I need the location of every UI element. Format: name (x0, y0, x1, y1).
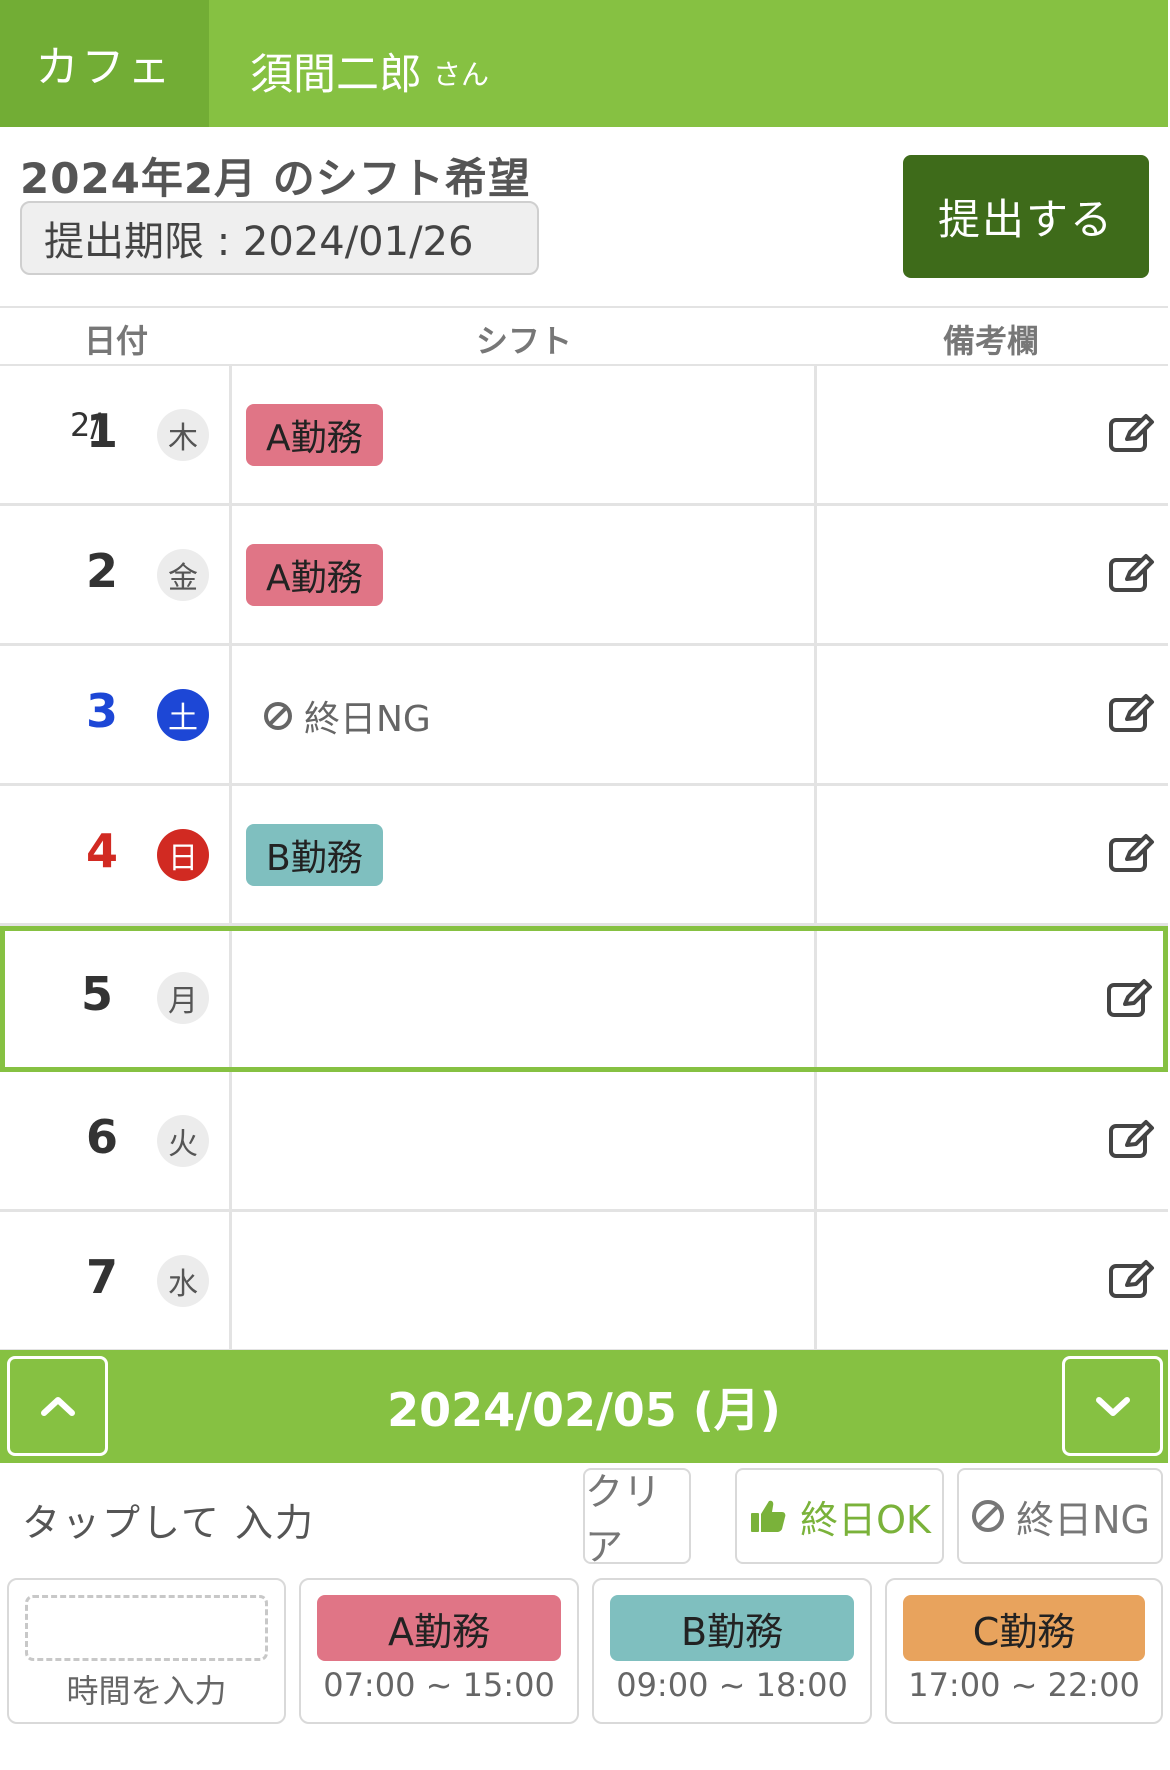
clear-button[interactable]: クリア (583, 1468, 691, 1569)
column-header-notes: 備考欄 (943, 322, 1040, 360)
date-day: 3 (85, 684, 118, 738)
edit-note-icon[interactable] (1108, 1118, 1156, 1160)
date-day: 1 (85, 404, 118, 458)
submit-button[interactable]: 提出する (903, 155, 1149, 278)
column-header-shift: シフト (476, 322, 573, 360)
table-row[interactable]: 4 日 B勤務 (0, 786, 1168, 926)
next-day-button[interactable] (1062, 1356, 1163, 1456)
shift-cell[interactable]: B勤務 (229, 786, 817, 923)
all-day-ng-status: 終日NG (262, 690, 431, 742)
tap-input-label: タップして 入力 (22, 1501, 315, 1545)
table-row[interactable]: 7 水 (0, 1212, 1168, 1350)
shift-pattern-name: A勤務 (317, 1595, 561, 1661)
shift-cell[interactable] (229, 931, 817, 1067)
date-day: 7 (85, 1250, 118, 1304)
all-day-ng-button[interactable]: 終日NG (957, 1468, 1163, 1564)
prohibited-icon (972, 1500, 1005, 1532)
day-of-week-badge: 金 (157, 549, 209, 601)
user-honorific: さん (433, 58, 490, 91)
table-row[interactable]: 6 火 (0, 1072, 1168, 1212)
date-day: 4 (85, 824, 118, 878)
custom-time-card[interactable]: 時間を入力 (7, 1578, 286, 1724)
deadline-box: 提出期限 : 2024/01/26 (20, 201, 539, 275)
shift-badge: A勤務 (246, 544, 383, 606)
shift-pattern-name: B勤務 (610, 1595, 854, 1661)
shift-pattern-b-card[interactable]: B勤務 09:00 ~ 18:00 (592, 1578, 872, 1724)
custom-time-slot (25, 1595, 268, 1661)
all-day-ng-label: 終日NG (304, 699, 431, 740)
shift-pattern-name: C勤務 (903, 1595, 1145, 1661)
edit-note-icon[interactable] (1108, 832, 1156, 874)
prohibited-icon (264, 702, 292, 730)
shift-pattern-time: 17:00 ~ 22:00 (908, 1666, 1140, 1704)
app-header: カフェ 須間二郎 さん (0, 0, 1168, 127)
day-of-week-badge: 木 (157, 409, 209, 461)
day-of-week-badge: 土 (157, 689, 209, 741)
edit-note-icon[interactable] (1108, 412, 1156, 454)
day-of-week-badge: 水 (157, 1255, 209, 1307)
current-date: 2024/02/05 (月) (387, 1382, 781, 1437)
table-row[interactable]: 2 金 A勤務 (0, 506, 1168, 646)
store-tab[interactable]: カフェ (0, 0, 209, 127)
table-row[interactable]: 2/ 1 木 A勤務 (0, 366, 1168, 506)
thumbs-up-icon (751, 1500, 786, 1532)
custom-time-label: 時間を入力 (66, 1672, 227, 1710)
shift-cell[interactable] (229, 1072, 817, 1209)
shift-pattern-time: 07:00 ~ 15:00 (323, 1666, 555, 1704)
column-headers: 日付 シフト 備考欄 (0, 306, 1168, 366)
shift-pattern-time: 09:00 ~ 18:00 (616, 1666, 848, 1704)
chevron-down-icon (1095, 1397, 1130, 1416)
chevron-up-icon (40, 1397, 75, 1416)
shift-badge: B勤務 (246, 824, 383, 886)
date-day: 6 (85, 1110, 118, 1164)
date-day: 2 (85, 544, 118, 598)
table-row[interactable]: 3 土 終日NG (0, 646, 1168, 786)
shift-cell[interactable]: 終日NG (229, 646, 817, 783)
shift-cell[interactable]: A勤務 (229, 366, 817, 503)
shift-table: 2/ 1 木 A勤務 2 金 A勤務 3 土 終日NG 4 日 B勤務 5 月 … (0, 366, 1168, 1350)
all-day-ng-label: 終日NG (1016, 1497, 1150, 1542)
page-title: 2024年2月 のシフト希望 (20, 154, 531, 203)
shift-cell[interactable] (229, 1212, 817, 1349)
shift-cell[interactable]: A勤務 (229, 506, 817, 643)
edit-note-icon[interactable] (1108, 692, 1156, 734)
edit-note-icon[interactable] (1108, 552, 1156, 594)
date-nav-bar: 2024/02/05 (月) (0, 1350, 1168, 1463)
prev-day-button[interactable] (7, 1356, 108, 1456)
table-row-selected[interactable]: 5 月 (0, 926, 1168, 1072)
day-of-week-badge: 火 (157, 1115, 209, 1167)
all-day-ok-button[interactable]: 終日OK (735, 1468, 944, 1564)
edit-note-icon[interactable] (1106, 977, 1154, 1019)
user-name: 須間二郎 (250, 50, 422, 100)
column-header-date: 日付 (84, 322, 149, 360)
shift-pattern-a-card[interactable]: A勤務 07:00 ~ 15:00 (299, 1578, 579, 1724)
day-of-week-badge: 日 (157, 829, 209, 881)
all-day-ok-label: 終日OK (800, 1497, 931, 1542)
shift-badge: A勤務 (246, 404, 383, 466)
day-of-week-badge: 月 (157, 972, 209, 1024)
shift-pattern-c-card[interactable]: C勤務 17:00 ~ 22:00 (885, 1578, 1163, 1724)
date-day: 5 (80, 967, 113, 1021)
edit-note-icon[interactable] (1108, 1258, 1156, 1300)
